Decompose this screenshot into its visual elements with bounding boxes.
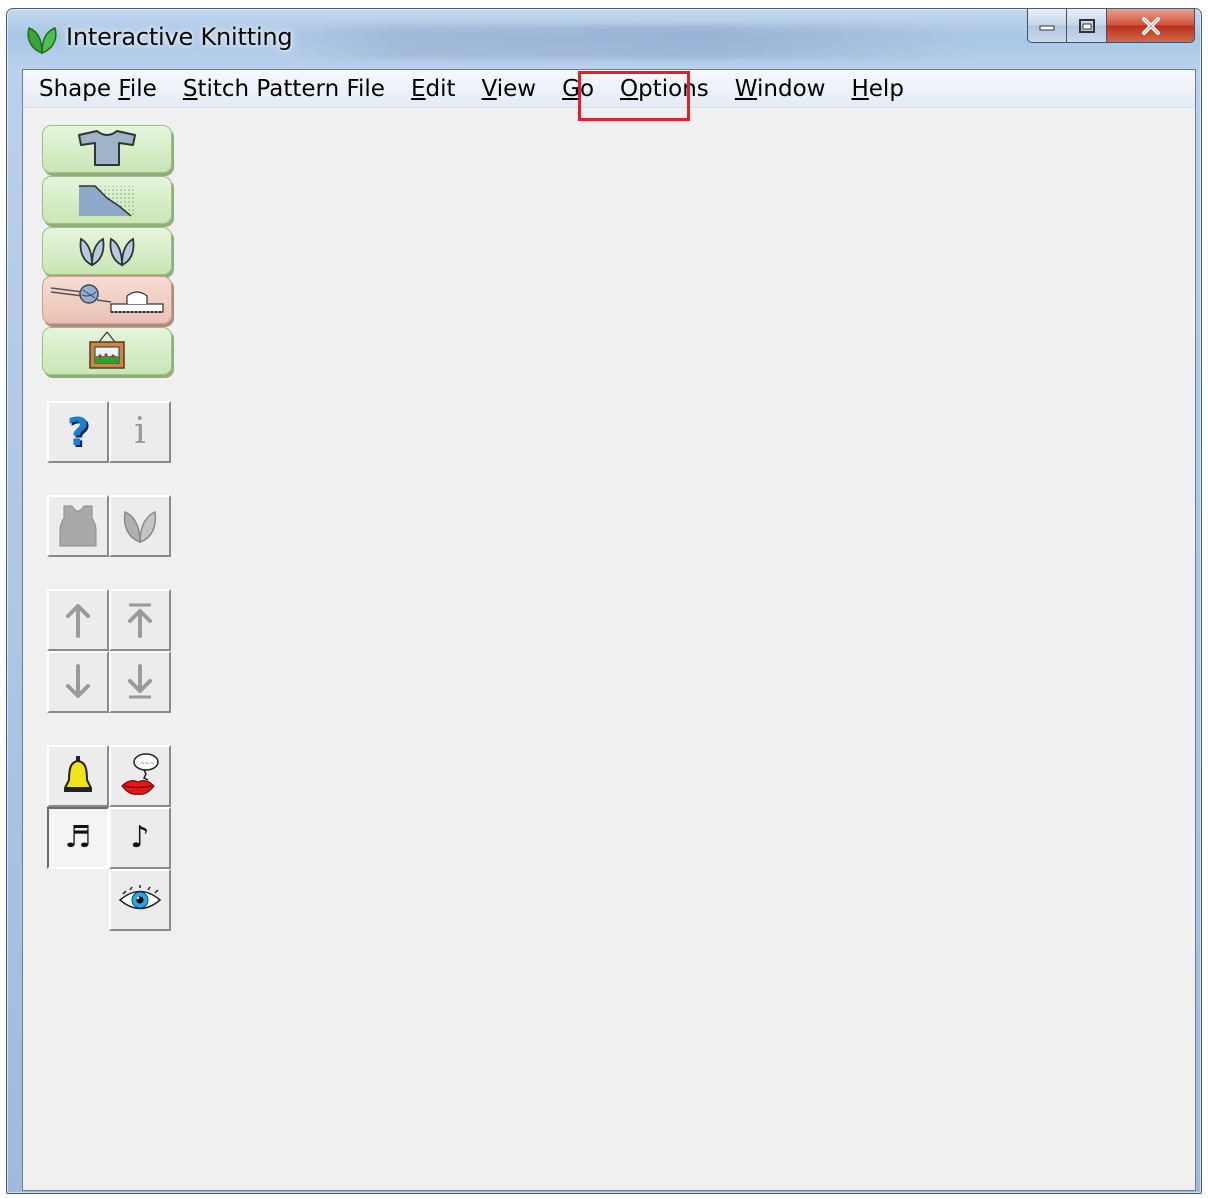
knitting-leaf-icon	[27, 27, 57, 55]
menu-view[interactable]: View	[469, 70, 550, 108]
picture-button[interactable]	[42, 327, 172, 375]
shape-button[interactable]	[42, 125, 172, 173]
maximize-icon	[1078, 18, 1095, 33]
arrow-up-icon	[66, 604, 90, 638]
arrow-to-top-icon	[128, 603, 152, 638]
arrow-down-icon	[66, 664, 90, 698]
bell-icon	[64, 756, 92, 792]
sweater-shape-icon	[78, 130, 136, 166]
knitting-machine-button[interactable]	[42, 276, 172, 324]
app-window: Interactive Knitting Shape File Stitch P…	[6, 8, 1202, 1194]
eye-icon	[118, 885, 162, 910]
title-background-blur	[297, 25, 977, 59]
close-icon	[1141, 16, 1160, 35]
arrow-to-bottom-icon	[128, 664, 152, 699]
stitch-chart-icon	[79, 185, 135, 217]
window-title: Interactive Knitting	[66, 23, 293, 51]
client-area: Shape File Stitch Pattern File Edit View…	[22, 69, 1196, 1191]
garment-button[interactable]	[47, 495, 109, 557]
framed-picture-icon	[89, 331, 125, 369]
bell-button[interactable]	[47, 745, 109, 807]
speech-button[interactable]: ~~~	[109, 745, 171, 807]
options-highlight-box	[578, 71, 690, 121]
menu-shape-file[interactable]: Shape File	[23, 70, 170, 108]
leaf-pattern-button[interactable]	[42, 227, 172, 275]
menu-window[interactable]: Window	[722, 70, 839, 108]
stitch-chart-button[interactable]	[42, 176, 172, 224]
garment-icon	[59, 505, 97, 547]
caption-buttons	[1027, 9, 1195, 51]
move-up-button[interactable]	[47, 589, 109, 651]
leaf-pattern-icon	[79, 237, 135, 267]
close-button[interactable]	[1107, 9, 1195, 43]
eye-button[interactable]	[109, 869, 171, 931]
menu-stitch-pattern-file[interactable]: Stitch Pattern File	[170, 70, 398, 108]
info-button[interactable]: i	[109, 401, 171, 463]
move-down-button[interactable]	[47, 651, 109, 713]
speaking-lips-icon: ~~~	[121, 753, 159, 795]
leaf-icon	[123, 510, 157, 544]
leaf-button[interactable]	[109, 495, 171, 557]
menu-edit[interactable]: Edit	[398, 70, 469, 108]
info-icon: i	[134, 411, 146, 452]
move-to-top-button[interactable]	[109, 589, 171, 651]
svg-text:~~~: ~~~	[140, 760, 155, 767]
minimize-button[interactable]	[1027, 9, 1067, 43]
music-notes-toggle[interactable]: ♬	[47, 807, 109, 869]
menu-help[interactable]: Help	[838, 70, 916, 108]
question-mark-icon: ?	[66, 410, 90, 454]
knitting-machine-icon	[50, 284, 164, 313]
maximize-button[interactable]	[1067, 9, 1107, 43]
move-to-bottom-button[interactable]	[109, 651, 171, 713]
single-note-icon: ♪	[130, 820, 150, 855]
title-bar[interactable]: Interactive Knitting	[7, 9, 1201, 67]
beamed-notes-icon: ♬	[64, 820, 92, 855]
single-note-toggle[interactable]: ♪	[109, 807, 171, 869]
minimize-icon	[1039, 25, 1055, 30]
help-button[interactable]: ?	[47, 401, 109, 463]
